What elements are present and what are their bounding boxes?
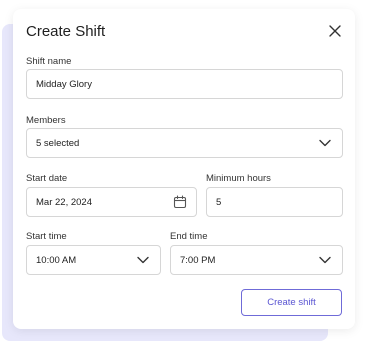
chevron-down-icon [319,139,331,147]
members-label: Members [26,115,66,126]
chevron-down-icon [137,256,149,264]
calendar-icon[interactable] [173,195,187,209]
members-value: 5 selected [36,137,80,149]
start-date-label: Start date [26,173,68,184]
members-select[interactable]: 5 selected [26,128,343,158]
start-date-value: Mar 22, 2024 [36,196,92,208]
shift-name-value: Midday Glory [36,78,92,90]
shift-name-label: Shift name [26,56,72,67]
minimum-hours-input[interactable]: 5 [206,187,343,217]
start-time-select[interactable]: 10:00 AM [26,245,161,275]
stage: Create Shift Shift name Midday Glory Mem… [0,0,391,343]
end-time-label: End time [170,231,208,242]
close-icon [329,25,341,37]
chevron-down-icon [319,256,331,264]
shift-name-input[interactable]: Midday Glory [26,69,343,99]
start-time-value: 10:00 AM [36,254,77,266]
end-time-select[interactable]: 7:00 PM [170,245,343,275]
start-date-input[interactable]: Mar 22, 2024 [26,187,197,217]
start-time-label: Start time [26,231,67,242]
dialog-title: Create Shift [26,23,106,40]
minimum-hours-label: Minimum hours [206,173,271,184]
close-button[interactable] [328,24,342,38]
create-shift-dialog: Create Shift Shift name Midday Glory Mem… [13,9,355,329]
create-shift-button[interactable]: Create shift [241,289,342,316]
minimum-hours-value: 5 [216,196,222,208]
end-time-value: 7:00 PM [180,254,216,266]
